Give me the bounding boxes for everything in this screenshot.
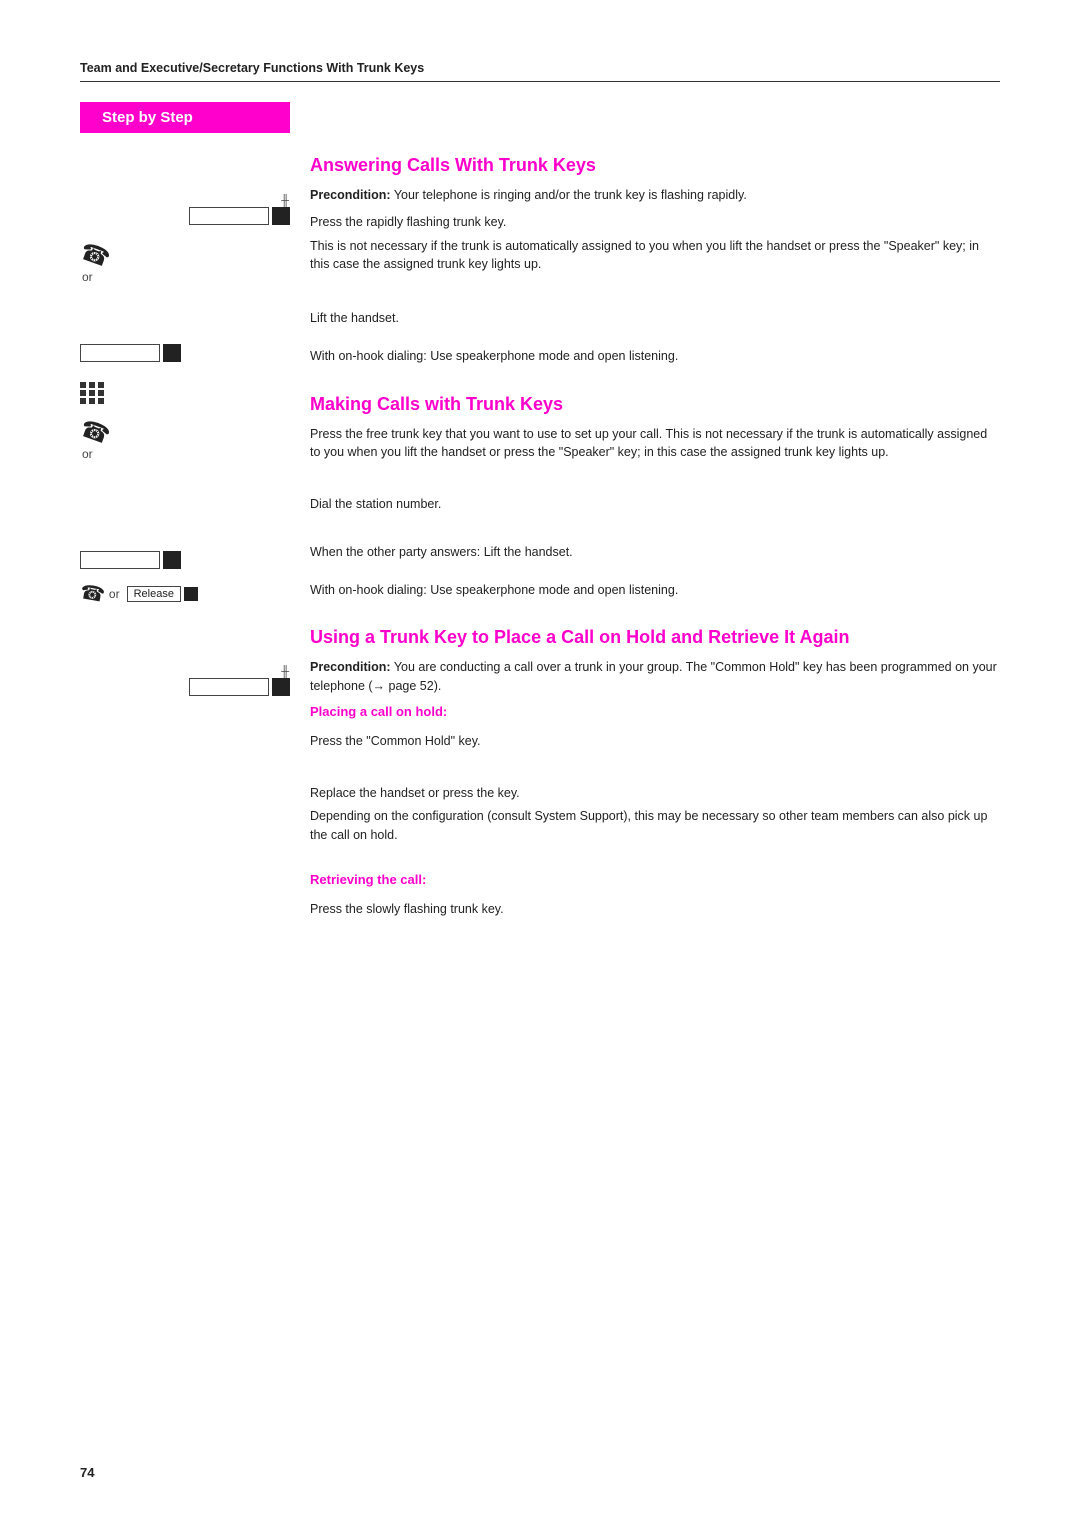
trunk-key-group-4 <box>189 678 290 696</box>
left-column: ╫ ☎ or <box>80 155 300 947</box>
keypad-dot <box>89 398 95 404</box>
answering-calls-precondition: Precondition: Your telephone is ringing … <box>310 186 1000 205</box>
answering-calls-icons: ╫ ☎ or <box>80 195 290 284</box>
answering-instruction-2: This is not necessary if the trunk is au… <box>310 237 1000 275</box>
placing-hold-instruction-3: Depending on the configuration (consult … <box>310 807 1000 845</box>
trunk-key-solid-4 <box>184 587 198 601</box>
trunk-key-btn-2 <box>80 344 160 362</box>
answering-spacer <box>310 279 1000 309</box>
hold-section: Using a Trunk Key to Place a Call on Hol… <box>310 627 1000 918</box>
making-instruction-2: Dial the station number. <box>310 495 1000 514</box>
answering-calls-title: Answering Calls With Trunk Keys <box>310 155 1000 176</box>
trunk-key-solid-3 <box>163 551 181 569</box>
answering-spacer-2 <box>310 333 1000 347</box>
trunk-key-flash-row-2: ╫ <box>80 666 290 696</box>
making-spacer-1 <box>310 467 1000 495</box>
keypad-dot <box>98 390 104 396</box>
keypad-dot <box>89 390 95 396</box>
answering-calls-precondition-text: Your telephone is ringing and/or the tru… <box>394 188 747 202</box>
keypad-dot <box>98 382 104 388</box>
spacer-2 <box>80 461 290 551</box>
placing-hold-instruction-1: Press the "Common Hold" key. <box>310 732 1000 751</box>
trunk-key-group-1 <box>189 207 290 225</box>
trunk-key-group-3 <box>80 551 290 569</box>
page-header: Team and Executive/Secretary Functions W… <box>80 60 1000 82</box>
page-header-title: Team and Executive/Secretary Functions W… <box>80 61 424 75</box>
hold-precondition-text: You are conducting a call over a trunk i… <box>310 660 997 693</box>
handset-icon-3: ☎ <box>78 579 107 608</box>
precondition-label-2: Precondition: <box>310 660 391 674</box>
making-instruction-4: With on-hook dialing: Use speakerphone m… <box>310 581 1000 600</box>
making-spacer-2 <box>310 519 1000 543</box>
making-calls-icons: ☎ or <box>80 344 290 461</box>
retrieving-call-instruction-1: Press the slowly flashing trunk key. <box>310 900 1000 919</box>
content-area: ╫ ☎ or <box>80 155 1000 947</box>
page-number: 74 <box>80 1465 94 1480</box>
retrieving-call-title: Retrieving the call: <box>310 872 1000 887</box>
handset-icon-2: ☎ <box>76 414 114 451</box>
making-calls-title: Making Calls with Trunk Keys <box>310 394 1000 415</box>
trunk-key-solid-1 <box>272 207 290 225</box>
handset-or-block-1: ☎ or <box>80 241 290 284</box>
hold-icons: ☎ or Release ╫ <box>80 551 290 696</box>
making-instruction-1: Press the free trunk key that you want t… <box>310 425 1000 463</box>
placing-hold-title: Placing a call on hold: <box>310 704 1000 719</box>
release-key: Release <box>127 586 181 602</box>
trunk-key-flash-row-1: ╫ <box>80 195 290 225</box>
step-by-step-banner: Step by Step <box>80 102 290 133</box>
handset-icon-1: ☎ <box>76 237 114 274</box>
handset-release-row: ☎ or Release <box>80 581 290 606</box>
flash-marks-2: ╫ <box>281 666 288 678</box>
spacer-3 <box>80 606 290 666</box>
precondition-label-1: Precondition: <box>310 188 391 202</box>
making-instruction-3: When the other party answers: Lift the h… <box>310 543 1000 562</box>
answering-calls-section: Answering Calls With Trunk Keys Precondi… <box>310 155 1000 366</box>
trunk-key-btn-3 <box>80 551 160 569</box>
keypad-block <box>80 376 290 408</box>
hold-title: Using a Trunk Key to Place a Call on Hol… <box>310 627 1000 648</box>
page: Team and Executive/Secretary Functions W… <box>0 0 1080 1528</box>
answering-instruction-1: Press the rapidly flashing trunk key. <box>310 213 1000 232</box>
placing-hold-instruction-2: Replace the handset or press the key. <box>310 784 1000 803</box>
or-label-2: or <box>82 447 93 461</box>
handset-or-block-2: ☎ or <box>80 418 290 461</box>
trunk-key-group-2 <box>80 344 290 362</box>
hold-precondition: Precondition: You are conducting a call … <box>310 658 1000 696</box>
trunk-key-solid-2 <box>163 344 181 362</box>
right-column: Answering Calls With Trunk Keys Precondi… <box>300 155 1000 947</box>
keypad-dot <box>80 398 86 404</box>
trunk-key-btn-4 <box>189 678 269 696</box>
trunk-key-solid-5 <box>272 678 290 696</box>
making-calls-section: Making Calls with Trunk Keys Press the f… <box>310 394 1000 600</box>
trunk-key-btn-1 <box>189 207 269 225</box>
answering-instruction-4: With on-hook dialing: Use speakerphone m… <box>310 347 1000 366</box>
flash-marks-1: ╫ <box>281 195 288 207</box>
answering-instruction-3: Lift the handset. <box>310 309 1000 328</box>
keypad-icon <box>80 382 105 404</box>
keypad-dot <box>80 382 86 388</box>
keypad-dot <box>80 390 86 396</box>
making-spacer-3 <box>310 567 1000 581</box>
or-label-1: or <box>82 270 93 284</box>
or-label-3: or <box>109 587 120 601</box>
keypad-dot <box>98 398 104 404</box>
keypad-dot <box>89 382 95 388</box>
spacer-1 <box>80 284 290 344</box>
